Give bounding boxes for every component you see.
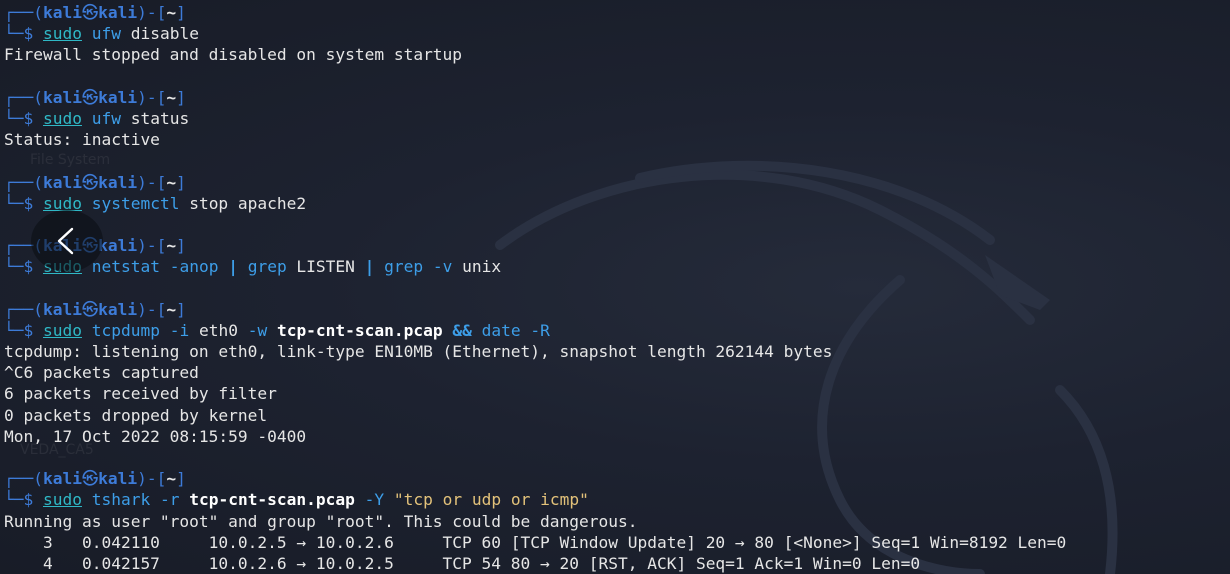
- command-line: └─$ sudo systemctl stop apache2: [4, 193, 307, 213]
- output-line: Running as user "root" and group "root".…: [4, 511, 638, 531]
- prompt-line: ┌──(kali㉿kali)-[~]: [4, 3, 186, 22]
- packet-row: 3 0.042110 10.0.2.5 → 10.0.2.6 TCP 60 [T…: [4, 532, 1067, 552]
- command-line: └─$ sudo tcpdump -i eth0 -w tcp-cnt-scan…: [4, 320, 550, 340]
- command-line: └─$ sudo tshark -r tcp-cnt-scan.pcap -Y …: [4, 490, 589, 510]
- prompt-line: ┌──(kali㉿kali)-[~]: [4, 469, 186, 489]
- command-line: └─$ sudo netstat -anop | grep LISTEN | g…: [4, 257, 502, 277]
- output-line: 6 packets received by filter: [4, 384, 277, 404]
- prompt-line: ┌──(kali㉿kali)-[~]: [4, 172, 186, 192]
- prompt-line: ┌──(kali㉿kali)-[~]: [4, 87, 186, 107]
- command-line: └─$ sudo ufw disable: [4, 24, 199, 44]
- output-line: ^C6 packets captured: [4, 363, 199, 383]
- chevron-left-icon: [57, 227, 74, 255]
- output-line: Status: inactive: [4, 130, 160, 150]
- command-line: └─$ sudo ufw status: [4, 108, 190, 128]
- output-line: 0 packets dropped by kernel: [4, 405, 268, 425]
- back-button[interactable]: [31, 210, 103, 272]
- output-line: Mon, 17 Oct 2022 08:15:59 -0400: [4, 426, 307, 446]
- output-line: tcpdump: listening on eth0, link-type EN…: [4, 342, 833, 361]
- prompt-line: ┌──(kali㉿kali)-[~]: [4, 299, 186, 319]
- terminal-output[interactable]: ┌──(kali㉿kali)-[~] └─$ sudo ufw disable …: [4, 2, 1228, 574]
- output-line: Firewall stopped and disabled on system …: [4, 45, 463, 65]
- terminal-window[interactable]: File System VEDA_CA5 ┌──(kali㉿kali)-[~] …: [0, 0, 1230, 574]
- packet-row: 4 0.042157 10.0.2.6 → 10.0.2.5 TCP 54 80…: [4, 553, 921, 573]
- prompt-line: ┌──(kali㉿kali)-[~]: [4, 236, 186, 256]
